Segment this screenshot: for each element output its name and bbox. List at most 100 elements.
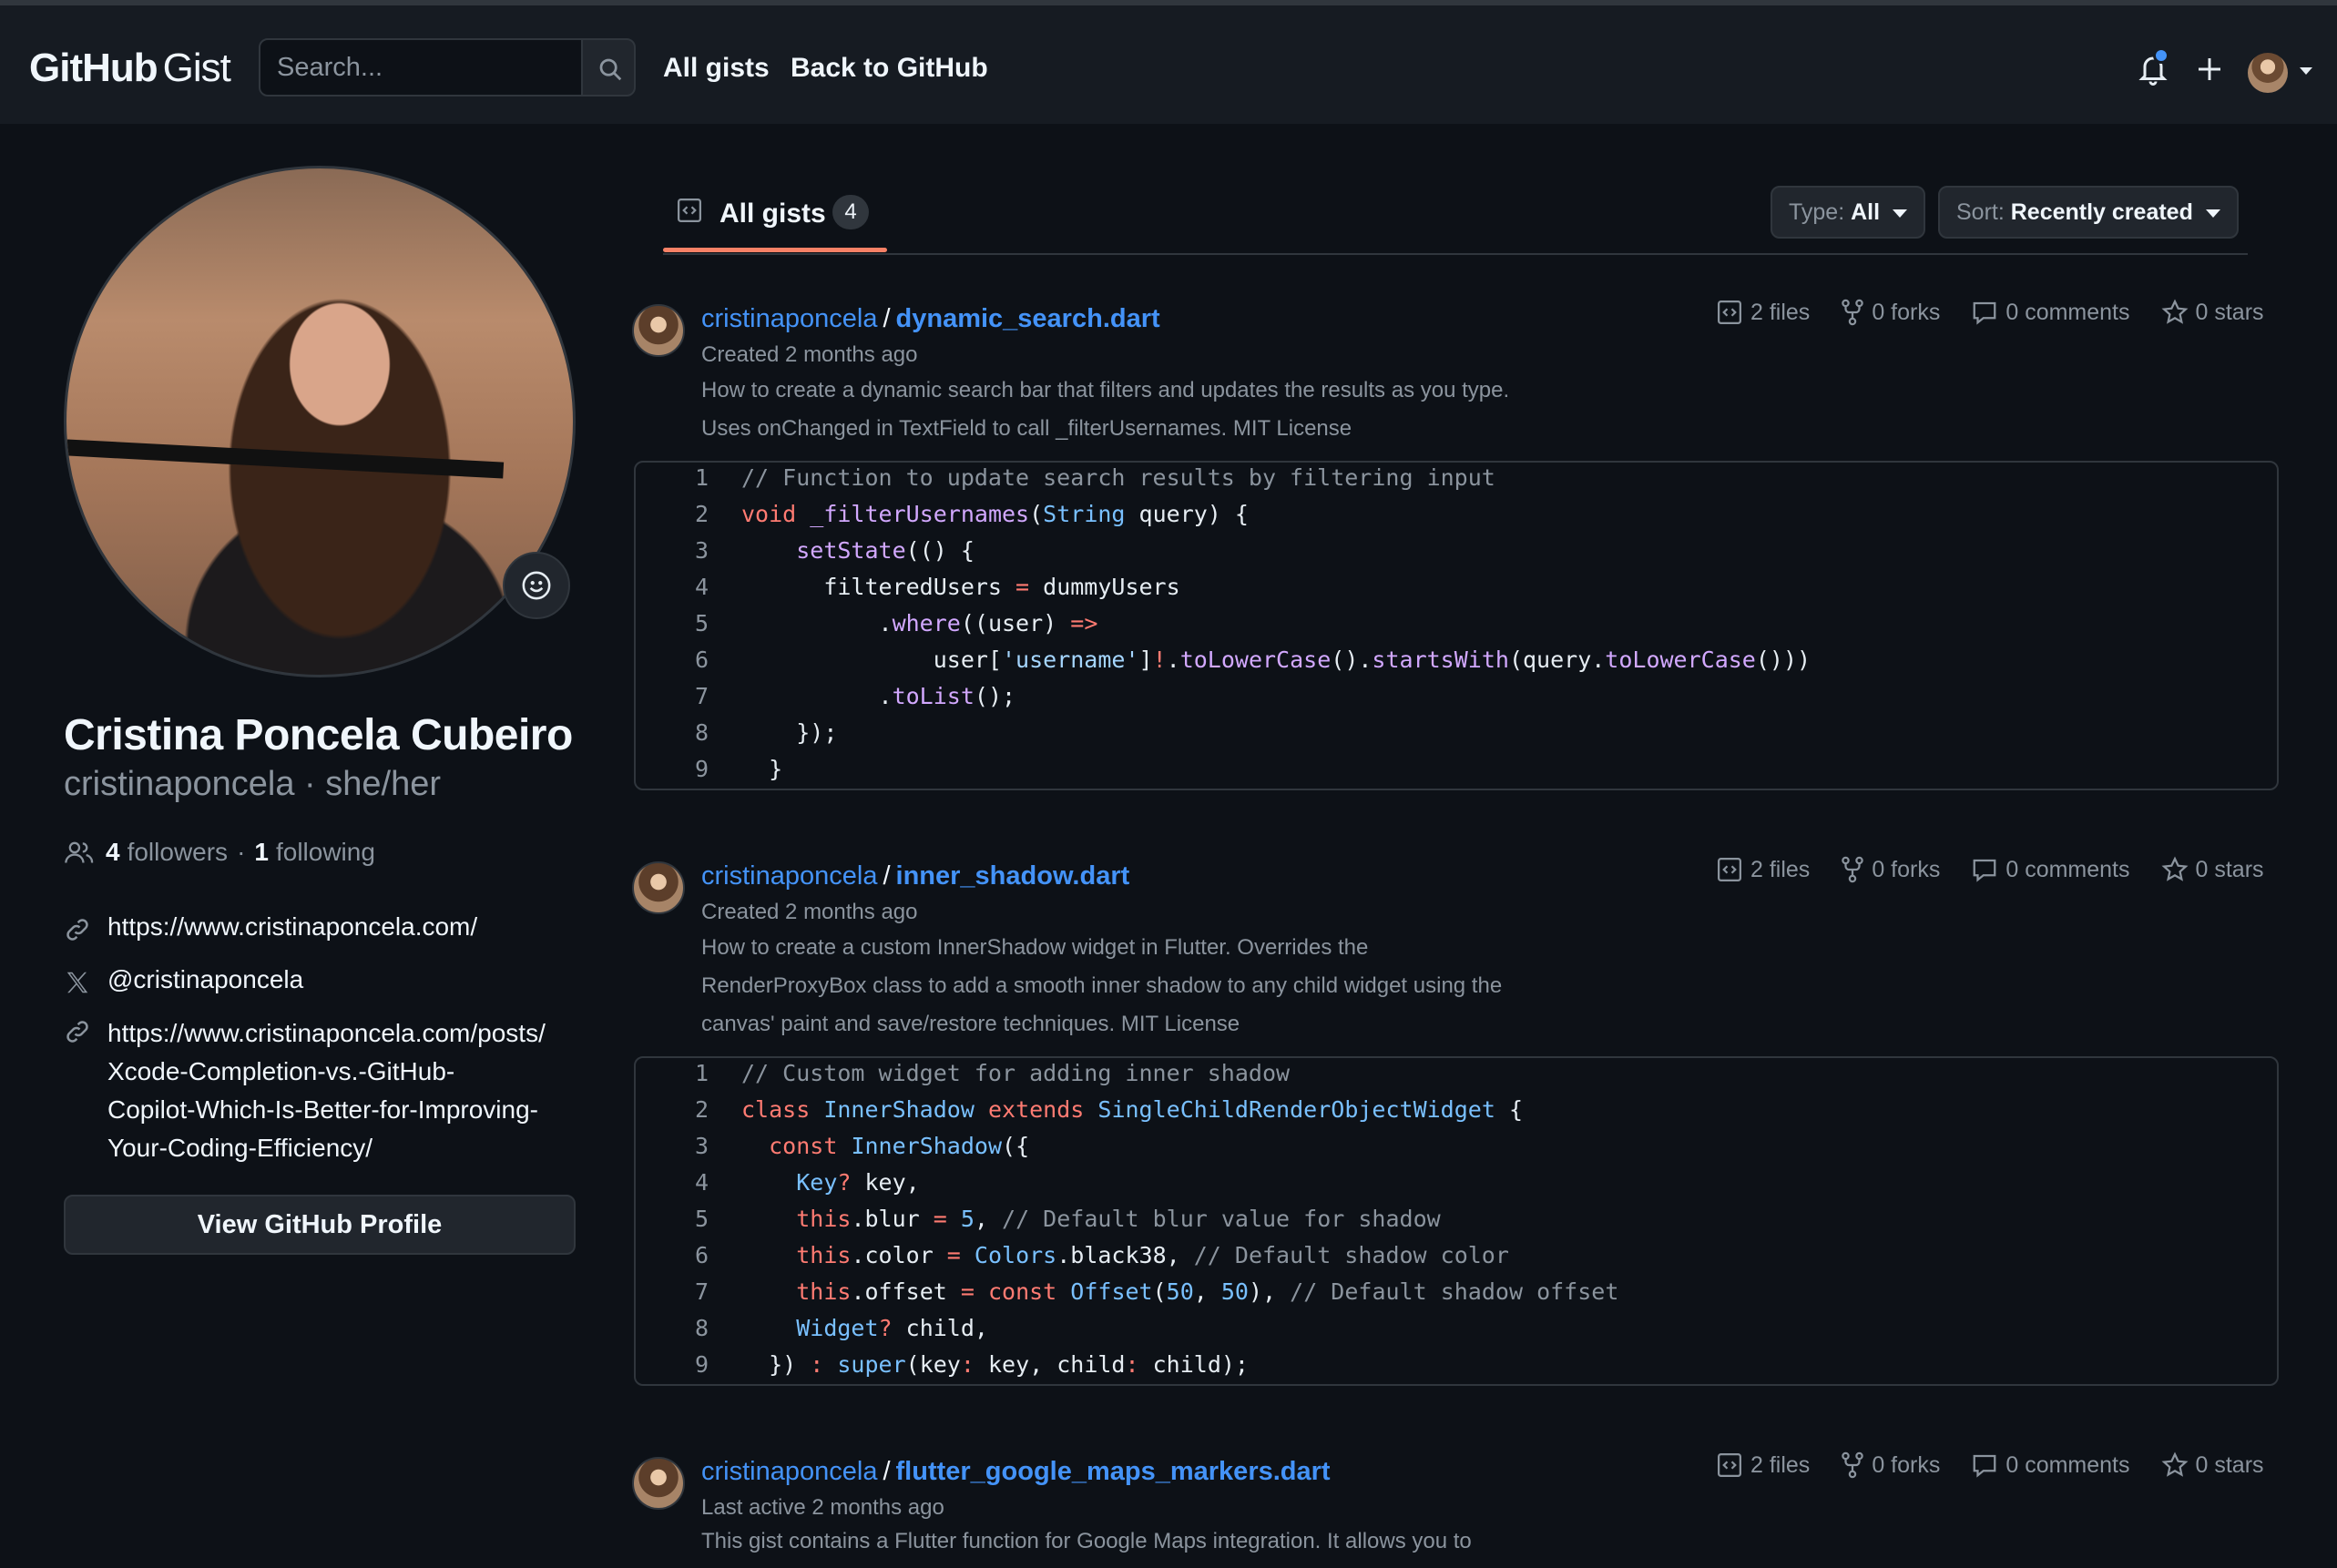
code-line: 7 this.offset = const Offset(50, 50), //… bbox=[694, 1278, 1619, 1305]
code-line: 4 Key? key, bbox=[694, 1169, 920, 1196]
gist-stats: 2 files 0 forks 0 comments 0 stars bbox=[1685, 299, 2264, 326]
code-line: 9 }) : super(key: key, child: child); bbox=[694, 1351, 1249, 1378]
gist-stats: 2 files 0 forks 0 comments 0 stars bbox=[1685, 1451, 2264, 1479]
gist-title: cristinaponcela / flutter_google_maps_mark… bbox=[701, 1457, 1331, 1486]
code-line: 1// Function to update search results by… bbox=[694, 464, 1495, 491]
gist-owner-link[interactable]: cristinaponcela bbox=[701, 861, 877, 891]
code-line: 5 .where((user) => bbox=[694, 610, 1098, 636]
gist-forks-link[interactable]: 0 forks bbox=[1841, 1451, 1940, 1479]
link-icon bbox=[66, 919, 88, 941]
following-link[interactable]: 1 following bbox=[254, 838, 375, 867]
caret-down-icon bbox=[2205, 209, 2220, 218]
gist-forks-link[interactable]: 0 forks bbox=[1841, 856, 1940, 883]
fork-icon bbox=[1842, 1451, 1864, 1479]
tab-divider bbox=[663, 253, 2248, 255]
code-line: 2 void _filterUsernames(String query) { bbox=[694, 501, 1249, 527]
user-avatar-menu[interactable] bbox=[2248, 53, 2288, 93]
twitter-link[interactable]: @cristinaponcela bbox=[107, 965, 303, 996]
star-icon bbox=[2161, 856, 2189, 881]
gist-comments-link[interactable]: 0 comments bbox=[1971, 299, 2130, 326]
gist-code-preview[interactable]: 1// Function to update search results by… bbox=[634, 461, 2279, 790]
sort-filter-dropdown[interactable]: Sort: Recently created bbox=[1938, 186, 2239, 239]
gist-stats: 2 files 0 forks 0 comments 0 stars bbox=[1685, 856, 2264, 883]
code-line: 7 .toList(); bbox=[694, 683, 1016, 709]
code-square-icon bbox=[678, 199, 701, 222]
gist-created-time: Created 2 months ago bbox=[701, 900, 918, 924]
plus-icon[interactable] bbox=[2195, 55, 2224, 84]
gist-forks-link[interactable]: 0 forks bbox=[1841, 299, 1940, 326]
gist-files-link[interactable]: 2 files bbox=[1716, 299, 1810, 326]
gist-title: cristinaponcela / inner_shadow.dart bbox=[701, 861, 1130, 891]
profile-handle: cristinaponcela · she/her bbox=[64, 765, 441, 803]
follow-stats: 4 followers · 1 following bbox=[64, 838, 375, 867]
code-line: 3 const InnerShadow({ bbox=[694, 1133, 1030, 1159]
code-line: 8 Widget? child, bbox=[694, 1315, 988, 1341]
website-link[interactable]: https://www.cristinaponcela.com/ bbox=[107, 912, 477, 943]
code-line: 1// Custom widget for adding inner shado… bbox=[694, 1060, 1291, 1086]
search-input[interactable]: Search... bbox=[259, 38, 583, 97]
gist-created-time: Created 2 months ago bbox=[701, 342, 918, 367]
gist-description: This gist contains a Flutter function fo… bbox=[701, 1529, 1472, 1553]
gist-owner-avatar[interactable] bbox=[632, 304, 685, 357]
active-tab-indicator bbox=[663, 248, 887, 252]
top-header: GitHub Gist Search... All gists Back to G… bbox=[0, 0, 2337, 124]
code-line: 2 class InnerShadow extends SingleChildRe… bbox=[694, 1096, 1523, 1123]
gist-owner-avatar[interactable] bbox=[632, 861, 685, 914]
code-line: 9 } bbox=[694, 756, 783, 782]
followers-link[interactable]: 4 followers bbox=[106, 838, 228, 867]
code-square-icon bbox=[1718, 1453, 1741, 1477]
github-gist-logo[interactable]: GitHub Gist bbox=[29, 46, 231, 91]
post-link-row: https://www.cristinaponcela.com/posts/ X… bbox=[64, 1014, 546, 1167]
gist-stars-link[interactable]: 0 stars bbox=[2161, 856, 2264, 883]
gist-title: cristinaponcela / dynamic_search.dart bbox=[701, 304, 1160, 333]
gist-owner-link[interactable]: cristinaponcela bbox=[701, 1457, 877, 1486]
gist-owner-avatar[interactable] bbox=[632, 1457, 685, 1510]
gist-files-link[interactable]: 2 files bbox=[1716, 1451, 1810, 1479]
nav-back-to-github[interactable]: Back to GitHub bbox=[791, 53, 988, 84]
search-button[interactable] bbox=[581, 38, 636, 97]
gist-file-link[interactable]: dynamic_search.dart bbox=[896, 304, 1160, 333]
code-line: 8 }); bbox=[694, 719, 838, 746]
gist-code-preview[interactable]: 1// Custom widget for adding inner shado… bbox=[634, 1056, 2279, 1386]
gist-file-link[interactable]: flutter_google_maps_markers.dart bbox=[896, 1457, 1331, 1486]
people-icon bbox=[65, 841, 94, 863]
code-line: 3 setState(() { bbox=[694, 537, 975, 564]
code-line: 6 user['username']!.toLowerCase().starts… bbox=[694, 647, 1811, 673]
code-line: 5 this.blur = 5, // Default blur value f… bbox=[694, 1206, 1441, 1232]
nav-all-gists[interactable]: All gists bbox=[663, 53, 770, 84]
code-line: 6 this.color = Colors.black38, // Defaul… bbox=[694, 1242, 1509, 1268]
gist-comments-link[interactable]: 0 comments bbox=[1971, 1451, 2130, 1479]
gist-owner-link[interactable]: cristinaponcela bbox=[701, 304, 877, 333]
link-icon bbox=[66, 1021, 88, 1043]
comment-icon bbox=[1973, 1454, 1996, 1478]
star-icon bbox=[2161, 1451, 2189, 1477]
set-status-button[interactable] bbox=[503, 552, 570, 619]
twitter-link-row: @cristinaponcela bbox=[64, 965, 303, 996]
gist-comments-link[interactable]: 0 comments bbox=[1971, 856, 2130, 883]
notification-dot bbox=[2153, 47, 2169, 64]
code-line: 4 filteredUsers = dummyUsers bbox=[694, 574, 1180, 600]
fork-icon bbox=[1842, 856, 1864, 883]
code-square-icon bbox=[1718, 300, 1741, 324]
profile-photo bbox=[64, 166, 576, 677]
caret-down-icon[interactable] bbox=[2299, 66, 2313, 76]
gist-created-time: Last active 2 months ago bbox=[701, 1495, 944, 1520]
comment-icon bbox=[1973, 859, 1996, 882]
comment-icon bbox=[1973, 301, 1996, 325]
view-github-profile-button[interactable]: View GitHub Profile bbox=[64, 1195, 576, 1255]
post-link[interactable]: https://www.cristinaponcela.com/posts/ X… bbox=[107, 1014, 546, 1167]
code-square-icon bbox=[1718, 858, 1741, 881]
star-icon bbox=[2161, 299, 2189, 324]
caret-down-icon bbox=[1893, 209, 1908, 218]
gist-stars-link[interactable]: 0 stars bbox=[2161, 1451, 2264, 1479]
gist-stars-link[interactable]: 0 stars bbox=[2161, 299, 2264, 326]
smiley-icon bbox=[522, 571, 551, 600]
tab-all-gists[interactable]: All gists bbox=[719, 199, 826, 229]
profile-full-name: Cristina Poncela Cubeiro bbox=[64, 711, 573, 759]
type-filter-dropdown[interactable]: Type: All bbox=[1771, 186, 1926, 239]
tab-count-badge: 4 bbox=[832, 195, 869, 229]
gist-files-link[interactable]: 2 files bbox=[1716, 856, 1810, 883]
search-icon bbox=[599, 58, 622, 81]
gist-file-link[interactable]: inner_shadow.dart bbox=[896, 861, 1130, 891]
gist-description: How to create a dynamic search bar that … bbox=[701, 378, 1510, 441]
